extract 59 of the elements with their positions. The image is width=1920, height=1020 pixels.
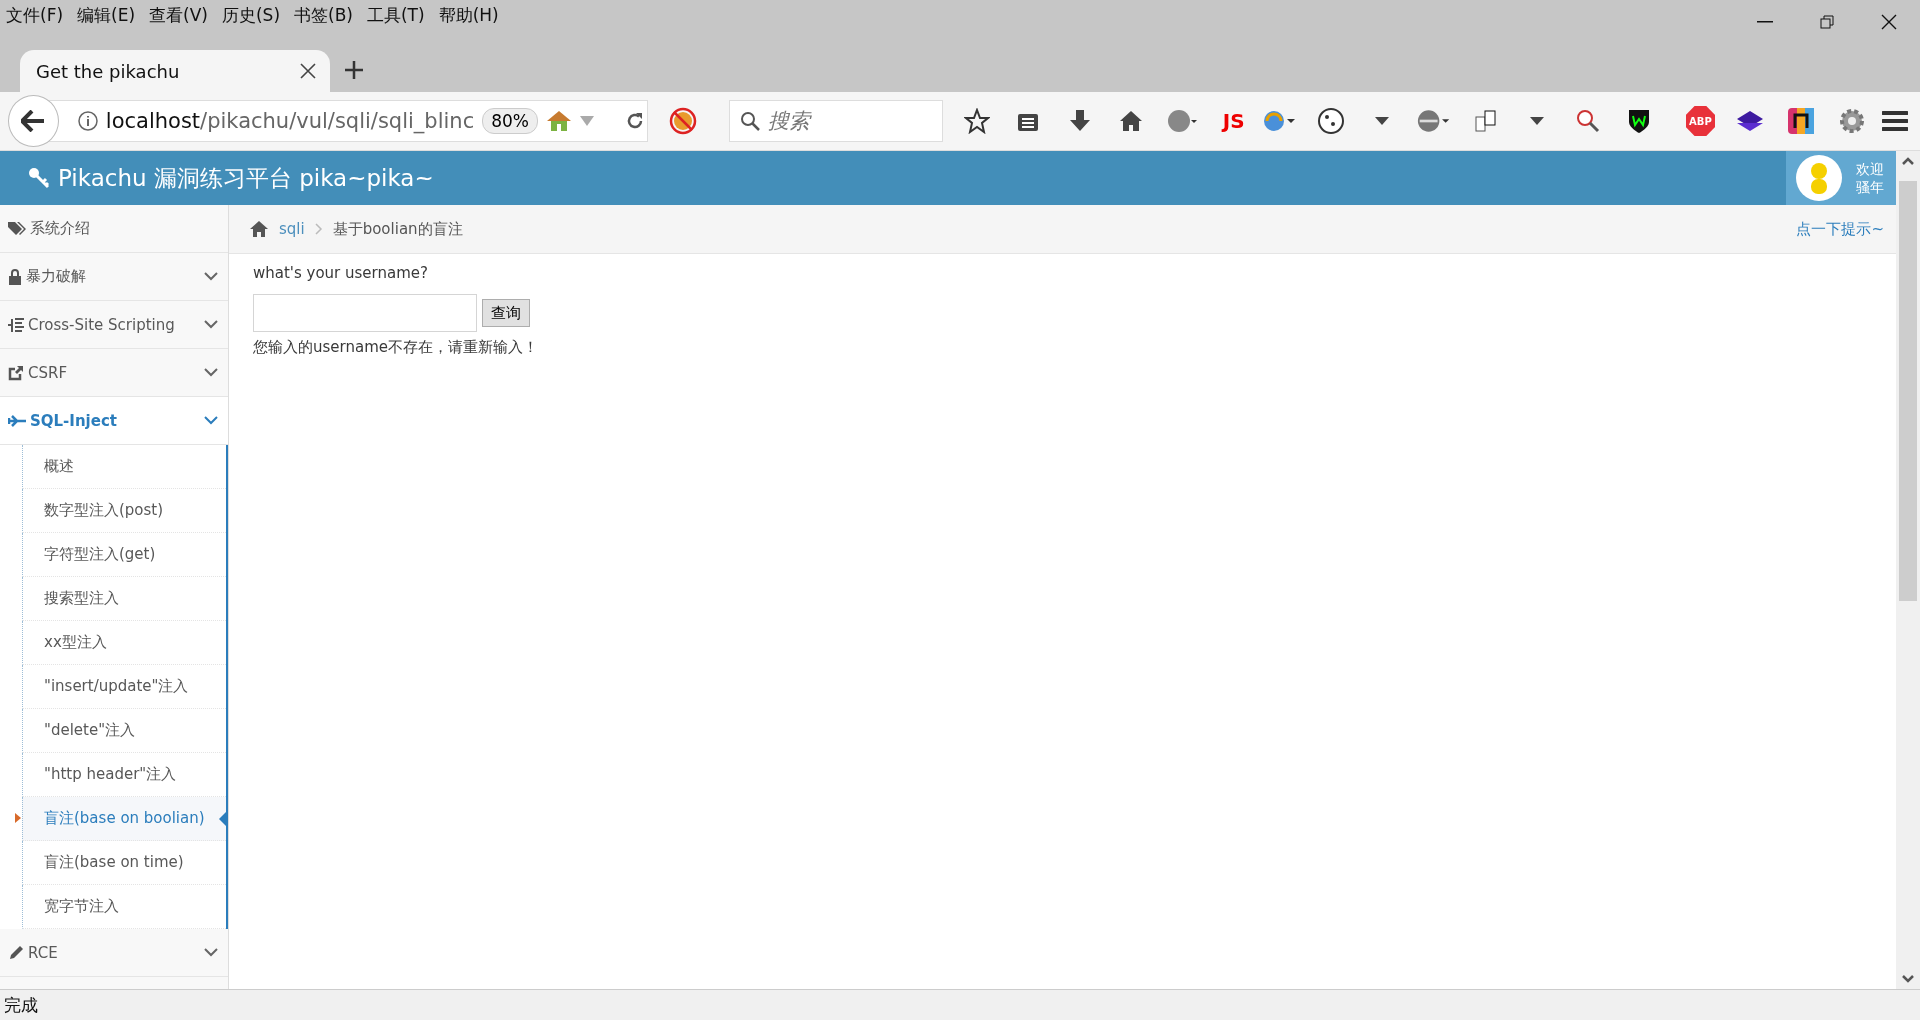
menu-item[interactable]: 书签(B): [294, 3, 353, 27]
greeting-text: 欢迎: [1856, 160, 1884, 178]
breadcrumb-current: 基于boolian的盲注: [332, 219, 463, 239]
submenu-item[interactable]: 数字型注入(post): [22, 489, 226, 533]
submenu-item[interactable]: xx型注入: [22, 621, 226, 665]
pencil-icon: [8, 944, 24, 961]
plane-icon: [8, 413, 26, 428]
chevron-down-icon: [204, 368, 218, 377]
info-icon[interactable]: [77, 111, 98, 131]
close-icon[interactable]: [300, 63, 316, 79]
submenu-item[interactable]: 盲注(base on time): [22, 841, 226, 885]
menu-item[interactable]: 查看(V): [149, 3, 208, 27]
adblock-icon[interactable]: ABP: [1685, 106, 1716, 136]
query-button[interactable]: 查询: [482, 299, 530, 327]
menu-item[interactable]: 文件(F): [6, 3, 64, 27]
site-title[interactable]: Pikachu 漏洞练习平台 pika~pika~: [28, 162, 434, 194]
list-tree-icon: [8, 316, 24, 333]
menu-item[interactable]: 编辑(E): [77, 3, 136, 27]
submenu-item[interactable]: "http header"注入: [22, 753, 226, 797]
browser-tab[interactable]: Get the pikachu: [20, 50, 330, 92]
tags-icon: [8, 220, 26, 237]
hint-link[interactable]: 点一下提示~: [1796, 219, 1884, 239]
back-arrow-icon: [21, 110, 46, 132]
house-icon[interactable]: [546, 110, 572, 132]
submenu-item[interactable]: 宽字节注入: [22, 885, 226, 929]
status-text: 完成: [4, 993, 38, 1017]
menu-item[interactable]: 帮助(H): [438, 3, 499, 27]
js-toolbar-icon[interactable]: JS: [1222, 109, 1245, 133]
scroll-down-icon[interactable]: [1902, 975, 1914, 983]
search-icon: [740, 111, 761, 131]
submenu-item[interactable]: "delete"注入: [22, 709, 226, 753]
username-field[interactable]: [253, 294, 477, 332]
menu-item[interactable]: 工具(T): [366, 3, 425, 27]
user-name: 骚年: [1856, 178, 1884, 196]
home-icon: [249, 220, 269, 238]
lock-icon: [8, 268, 22, 285]
submenu-item[interactable]: 概述: [22, 445, 226, 489]
error-message: 您输入的username不存在，请重新输入！: [253, 338, 539, 357]
back-button[interactable]: [8, 95, 59, 147]
submenu-item[interactable]: "insert/update"注入: [22, 665, 226, 709]
search-field[interactable]: 搜索: [729, 100, 943, 142]
sidebar-item[interactable]: SQL-Inject: [0, 397, 228, 445]
scroll-up-icon[interactable]: [1902, 157, 1914, 165]
share-icon: [8, 364, 24, 381]
menu-item[interactable]: 历史(S): [221, 3, 281, 27]
chevron-right-icon: [314, 223, 323, 235]
chevron-down-icon: [204, 948, 218, 957]
scrollbar[interactable]: [1896, 151, 1920, 989]
new-tab-icon[interactable]: [344, 60, 364, 80]
chevron-down-icon: [204, 272, 218, 281]
chevron-down-icon: [204, 416, 218, 425]
submenu-item[interactable]: 搜索型注入: [22, 577, 226, 621]
url-text: localhost/pikachu/vul/sqli/sqli_blinc: [105, 109, 475, 133]
key-icon: [28, 167, 50, 189]
avatar: [1796, 155, 1842, 201]
submenu-item[interactable]: 字符型注入(get): [22, 533, 226, 577]
chevron-down-icon: [204, 320, 218, 329]
zoom-level[interactable]: 80%: [482, 108, 538, 134]
question-text: what's your username?: [253, 264, 429, 282]
